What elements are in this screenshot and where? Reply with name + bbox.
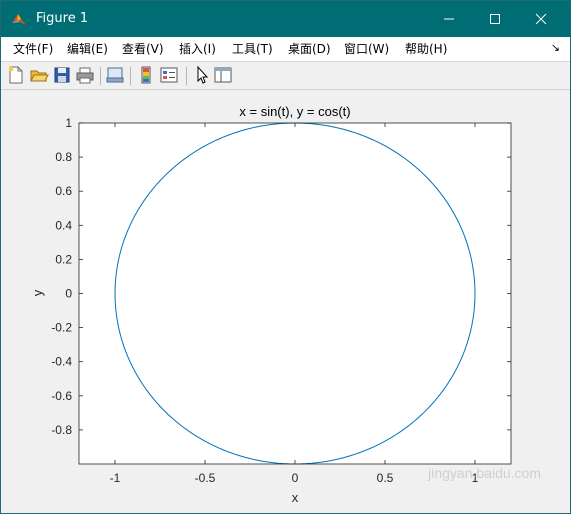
figure-window: Figure 1 文件(F) 编辑(E) 查看(V) 插入(I) 工具(T) 桌… bbox=[0, 0, 571, 514]
colorbar-icon[interactable] bbox=[136, 65, 156, 85]
title-bar[interactable]: Figure 1 bbox=[1, 1, 570, 37]
x-axis-label: x bbox=[292, 490, 299, 505]
y-tick-label: 0 bbox=[65, 287, 72, 301]
save-icon[interactable] bbox=[52, 65, 72, 85]
maximize-button[interactable] bbox=[472, 1, 518, 37]
chart-title: x = sin(t), y = cos(t) bbox=[239, 104, 350, 119]
toolbar-separator bbox=[186, 67, 187, 85]
y-tick-label: -0.4 bbox=[51, 355, 72, 369]
menu-view[interactable]: 查看(V) bbox=[122, 41, 164, 57]
pointer-icon[interactable] bbox=[192, 65, 212, 85]
menu-file[interactable]: 文件(F) bbox=[13, 41, 53, 57]
x-tick-label: -0.5 bbox=[195, 471, 216, 485]
y-tick-label: 0.4 bbox=[55, 218, 72, 232]
x-tick-label: -1 bbox=[110, 471, 121, 485]
y-tick-label: -0.8 bbox=[51, 423, 72, 437]
toolbar bbox=[1, 62, 570, 90]
open-file-icon[interactable] bbox=[29, 65, 49, 85]
close-button[interactable] bbox=[518, 1, 564, 37]
toolbar-separator bbox=[130, 67, 131, 85]
menu-bar: 文件(F) 编辑(E) 查看(V) 插入(I) 工具(T) 桌面(D) 窗口(W… bbox=[1, 37, 570, 62]
legend-icon[interactable] bbox=[159, 65, 179, 85]
y-tick-label: -0.2 bbox=[51, 321, 72, 335]
watermark-text: jingyan.baidu.com bbox=[427, 465, 541, 481]
toolbar-separator bbox=[100, 67, 101, 85]
axes[interactable]: -1 -0.5 0 0.5 110.80.60.40.20-0.2-0.4-0.6-0.… bbox=[51, 116, 512, 485]
plot-svg: -1 -0.5 0 0.5 110.80.60.40.20-0.2-0.4-0.6-0.… bbox=[30, 104, 541, 505]
x-tick-label: 0.5 bbox=[377, 471, 394, 485]
menu-tools[interactable]: 工具(T) bbox=[232, 41, 273, 57]
y-tick-label: 1 bbox=[65, 116, 72, 130]
x-tick-label: 0 bbox=[292, 471, 299, 485]
axes-background bbox=[79, 123, 511, 464]
dock-arrow-icon[interactable]: ↘ bbox=[551, 41, 560, 54]
window-title: Figure 1 bbox=[36, 11, 89, 26]
close-icon bbox=[535, 13, 547, 25]
y-tick-label: 0.2 bbox=[55, 252, 72, 266]
y-tick-label: 0.8 bbox=[55, 150, 72, 164]
y-tick-label: 0.6 bbox=[55, 184, 72, 198]
matlab-icon bbox=[12, 14, 26, 25]
menu-window[interactable]: 窗口(W) bbox=[344, 41, 389, 57]
link-icon[interactable] bbox=[105, 65, 125, 85]
property-editor-icon[interactable] bbox=[213, 65, 233, 85]
new-figure-icon[interactable] bbox=[6, 65, 26, 85]
menu-insert[interactable]: 插入(I) bbox=[179, 41, 216, 57]
y-axis-label: y bbox=[30, 289, 45, 296]
menu-edit[interactable]: 编辑(E) bbox=[67, 41, 108, 57]
minimize-button[interactable] bbox=[426, 1, 472, 37]
maximize-icon bbox=[490, 14, 500, 24]
print-icon[interactable] bbox=[75, 65, 95, 85]
y-tick-label: -0.6 bbox=[51, 389, 72, 403]
minimize-icon bbox=[444, 18, 454, 20]
menu-desktop[interactable]: 桌面(D) bbox=[288, 41, 331, 57]
figure-canvas: -1 -0.5 0 0.5 1 1 0.8 0.6 0.4 0.2 0 -0.2 -0.4 -0.6 -0.… bbox=[1, 90, 570, 513]
menu-help[interactable]: 帮助(H) bbox=[405, 41, 447, 57]
